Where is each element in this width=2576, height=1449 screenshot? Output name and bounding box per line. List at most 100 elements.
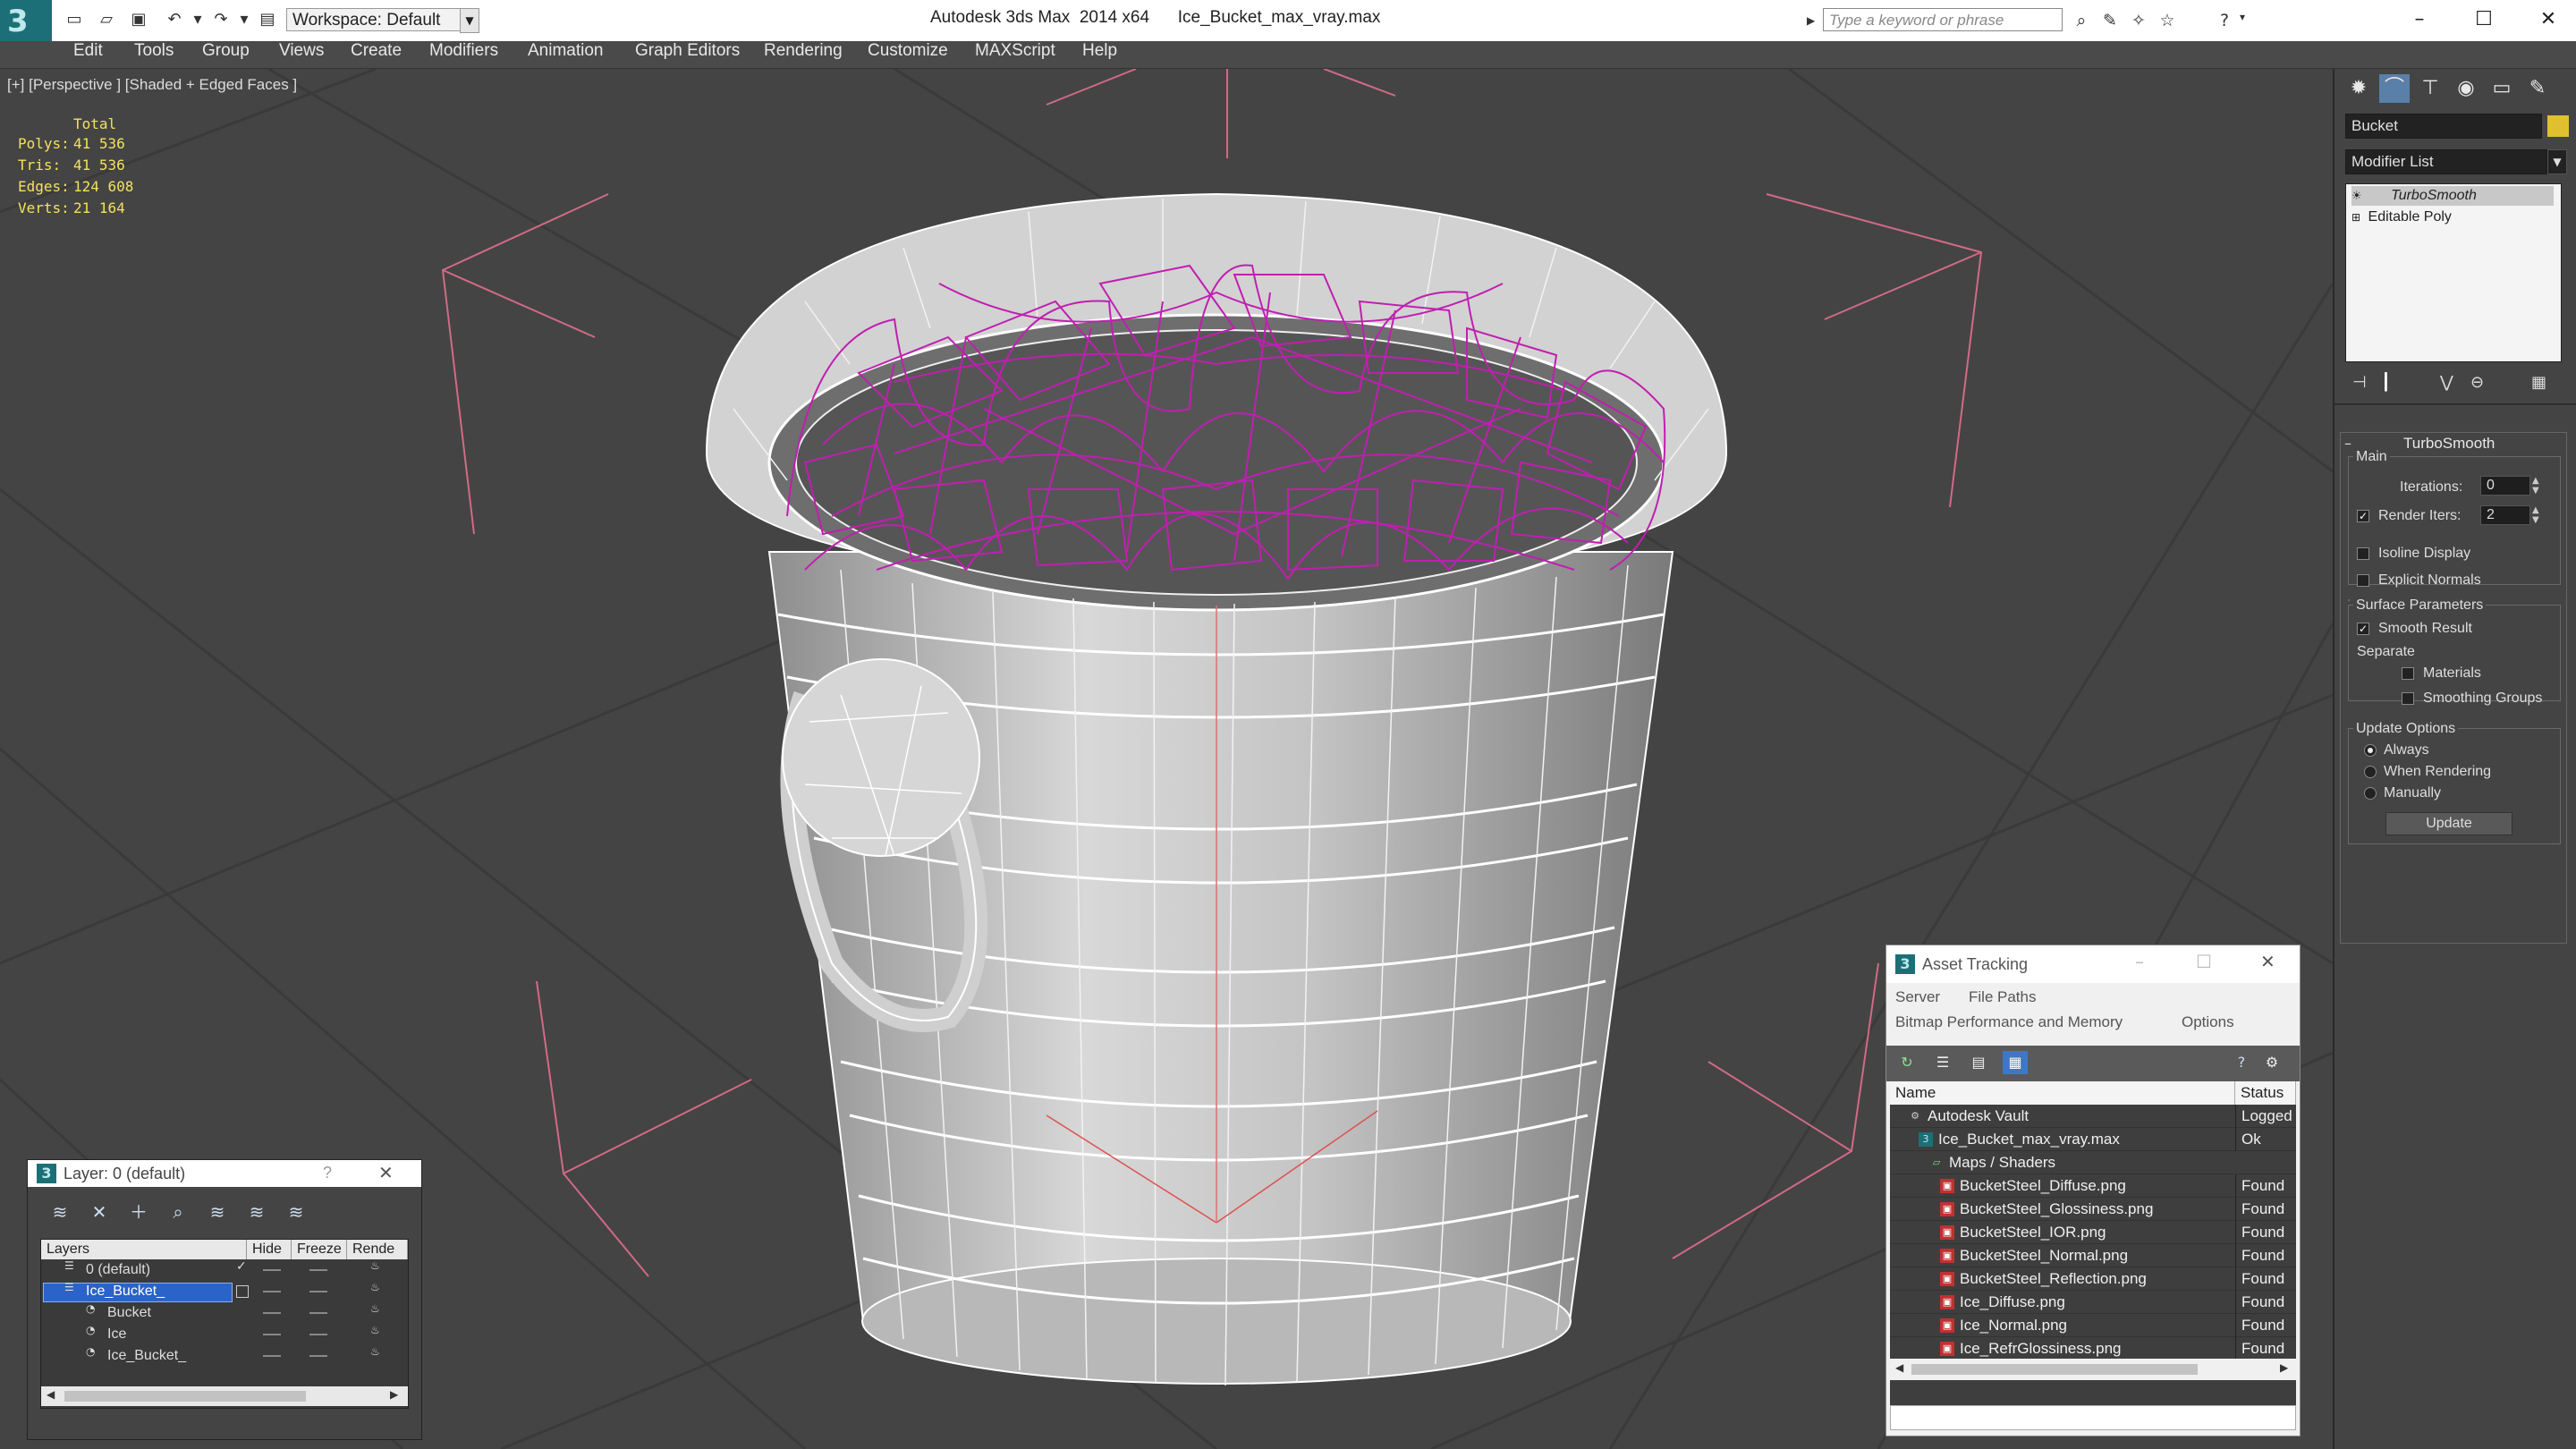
menu-help[interactable]: Help [1082,41,1117,68]
isoline-checkbox[interactable] [2357,547,2369,560]
select-objects-icon[interactable]: ⌕ [165,1199,191,1224]
freeze-toggle[interactable] [309,1355,327,1357]
undo-dropdown-icon[interactable]: ▾ [188,10,208,30]
smoothing-groups-checkbox[interactable] [2402,692,2414,705]
menu-create[interactable]: Create [351,41,402,68]
hide-toggle[interactable] [263,1312,281,1314]
object-name-field[interactable]: Bucket [2345,114,2542,139]
hide-toggle[interactable] [263,1269,281,1271]
binoculars-icon[interactable]: ⌕ [2070,9,2093,32]
scroll-right-icon[interactable]: ▶ [2280,1361,2288,1374]
help-icon[interactable]: ? [323,1164,332,1182]
stack-item-turbosmooth[interactable]: ☀ TurboSmooth [2351,186,2554,206]
workspace-select[interactable]: Workspace: Default [286,8,465,31]
render-teapot-icon[interactable]: ♨ [370,1259,380,1272]
menu-bitmap-performance[interactable]: Bitmap Performance and Memory [1895,1013,2123,1031]
expand-plus-icon[interactable]: ⊞ [2351,211,2360,224]
menu-file[interactable]: File [1969,988,1993,1006]
asset-row[interactable]: ▱ Maps / Shaders [1890,1151,2296,1174]
asset-row[interactable]: ▣ Ice_RefrGlossiness.png Found [1890,1337,2296,1360]
explicit-normals-checkbox[interactable] [2357,574,2369,587]
new-file-icon[interactable]: ▭ [64,10,84,30]
chevron-down-icon[interactable]: ▼ [460,8,479,33]
render-iters-checkbox[interactable]: ✓ [2357,510,2369,522]
column-freeze[interactable]: Freeze [292,1240,347,1259]
asset-row[interactable]: ▣ BucketSteel_Glossiness.png Found [1890,1198,2296,1221]
horizontal-scrollbar[interactable]: ◀ ▶ [1890,1359,2296,1380]
favorites-star-icon[interactable]: ☆ [2156,9,2179,32]
help-icon[interactable]: ? [2213,9,2236,32]
project-folder-icon[interactable]: ▤ [258,10,277,30]
horizontal-scrollbar[interactable]: ◀ ▶ [41,1386,408,1406]
modify-tab-icon[interactable]: ⌒ [2379,74,2410,103]
hide-toggle[interactable] [263,1355,281,1357]
column-render[interactable]: Rende [347,1240,408,1259]
menu-views[interactable]: Views [279,41,324,68]
render-teapot-icon[interactable]: ♨ [370,1281,380,1293]
asset-row[interactable]: ▣ Ice_Normal.png Found [1890,1314,2296,1337]
pin-stack-icon[interactable]: ⊣ [2352,373,2367,392]
menu-options[interactable]: Options [2182,1013,2234,1031]
freeze-toggle[interactable] [309,1334,327,1335]
make-unique-icon[interactable]: ⋁ [2440,373,2453,392]
create-tab-icon[interactable]: ✹ [2343,74,2374,103]
search-input[interactable]: Type a keyword or phrase [1823,8,2063,31]
rollout-title[interactable]: TurboSmooth [2403,435,2495,453]
asset-row[interactable]: ⚙ Autodesk Vault Logged [1890,1105,2296,1128]
make-current-box[interactable] [236,1285,249,1298]
close-icon[interactable]: ✕ [2526,4,2571,36]
motion-tab-icon[interactable]: ◉ [2451,74,2481,103]
menu-modifiers[interactable]: Modifiers [429,41,498,68]
column-layers[interactable]: Layers [41,1240,247,1259]
configure-sets-icon[interactable]: ▦ [2531,373,2546,392]
tree-view-icon[interactable]: ▤ [1969,1053,1988,1072]
maximize-icon[interactable]: ☐ [2196,951,2212,972]
smooth-result-checkbox[interactable]: ✓ [2357,623,2369,635]
scrollbar-thumb[interactable] [64,1391,306,1402]
layer-row[interactable]: ☰ 0 (default) ✓ ♨ [41,1259,408,1281]
redo-icon[interactable]: ↷ [211,10,231,30]
column-name[interactable]: Name [1890,1081,2235,1105]
layer-row[interactable]: ☰ Ice_Bucket_ ♨ [41,1281,408,1302]
layer-row[interactable]: ◔ Bucket ♨ [41,1302,408,1324]
create-layer-icon[interactable]: ≋ [47,1199,72,1224]
menu-customize[interactable]: Customize [868,41,948,68]
asset-row[interactable]: ▣ BucketSteel_IOR.png Found [1890,1221,2296,1244]
delete-layer-icon[interactable]: ✕ [87,1199,112,1224]
stack-item-editable-poly[interactable]: ⊞ Editable Poly [2351,208,2554,227]
asset-row[interactable]: ▣ BucketSteel_Diffuse.png Found [1890,1174,2296,1198]
collapse-icon[interactable]: – [2344,435,2351,452]
maximize-icon[interactable]: ☐ [2462,4,2506,36]
menu-graph-editors[interactable]: Graph Editors [635,41,740,68]
exchange-icon[interactable]: ✧ [2127,9,2150,32]
scrollbar-thumb[interactable] [1911,1364,2198,1375]
object-color-swatch[interactable] [2547,115,2569,137]
undo-icon[interactable]: ↶ [165,10,184,30]
layer-dialog-titlebar[interactable]: 3 Layer: 0 (default) ? ✕ [28,1160,421,1187]
freeze-toggle[interactable] [309,1291,327,1292]
asset-dialog-titlebar[interactable]: 3 Asset Tracking – ☐ ✕ [1886,945,2300,983]
asset-row[interactable]: ▣ BucketSteel_Normal.png Found [1890,1244,2296,1267]
hide-all-icon[interactable]: ≋ [244,1199,269,1224]
utilities-tab-icon[interactable]: ✎ [2522,74,2553,103]
menu-server[interactable]: Server [1895,988,1940,1006]
display-tab-icon[interactable]: ▭ [2487,74,2517,103]
asset-row[interactable]: ▣ BucketSteel_Reflection.png Found [1890,1267,2296,1291]
column-hide[interactable]: Hide [247,1240,292,1259]
hierarchy-tab-icon[interactable]: ⊤ [2415,74,2445,103]
minimize-icon[interactable]: – [2397,4,2442,36]
menu-edit[interactable]: Edit [73,41,103,68]
open-file-icon[interactable]: ▱ [97,10,116,30]
scroll-right-icon[interactable]: ▶ [390,1388,398,1401]
asset-row[interactable]: 3 Ice_Bucket_max_vray.max Ok [1890,1128,2296,1151]
render-iters-spinner[interactable]: 2 [2480,505,2530,525]
save-icon[interactable]: ▣ [129,10,148,30]
render-teapot-icon[interactable]: ♨ [370,1302,380,1315]
minimize-icon[interactable]: – [2135,951,2144,972]
render-teapot-icon[interactable]: ♨ [370,1324,380,1336]
close-icon[interactable]: ✕ [2260,951,2275,972]
column-status[interactable]: Status [2235,1081,2296,1105]
menu-rendering[interactable]: Rendering [764,41,843,68]
help-dropdown-icon[interactable]: ▾ [2240,11,2245,23]
viewport-label[interactable]: [+] [Perspective ] [Shaded + Edged Faces… [7,76,297,94]
